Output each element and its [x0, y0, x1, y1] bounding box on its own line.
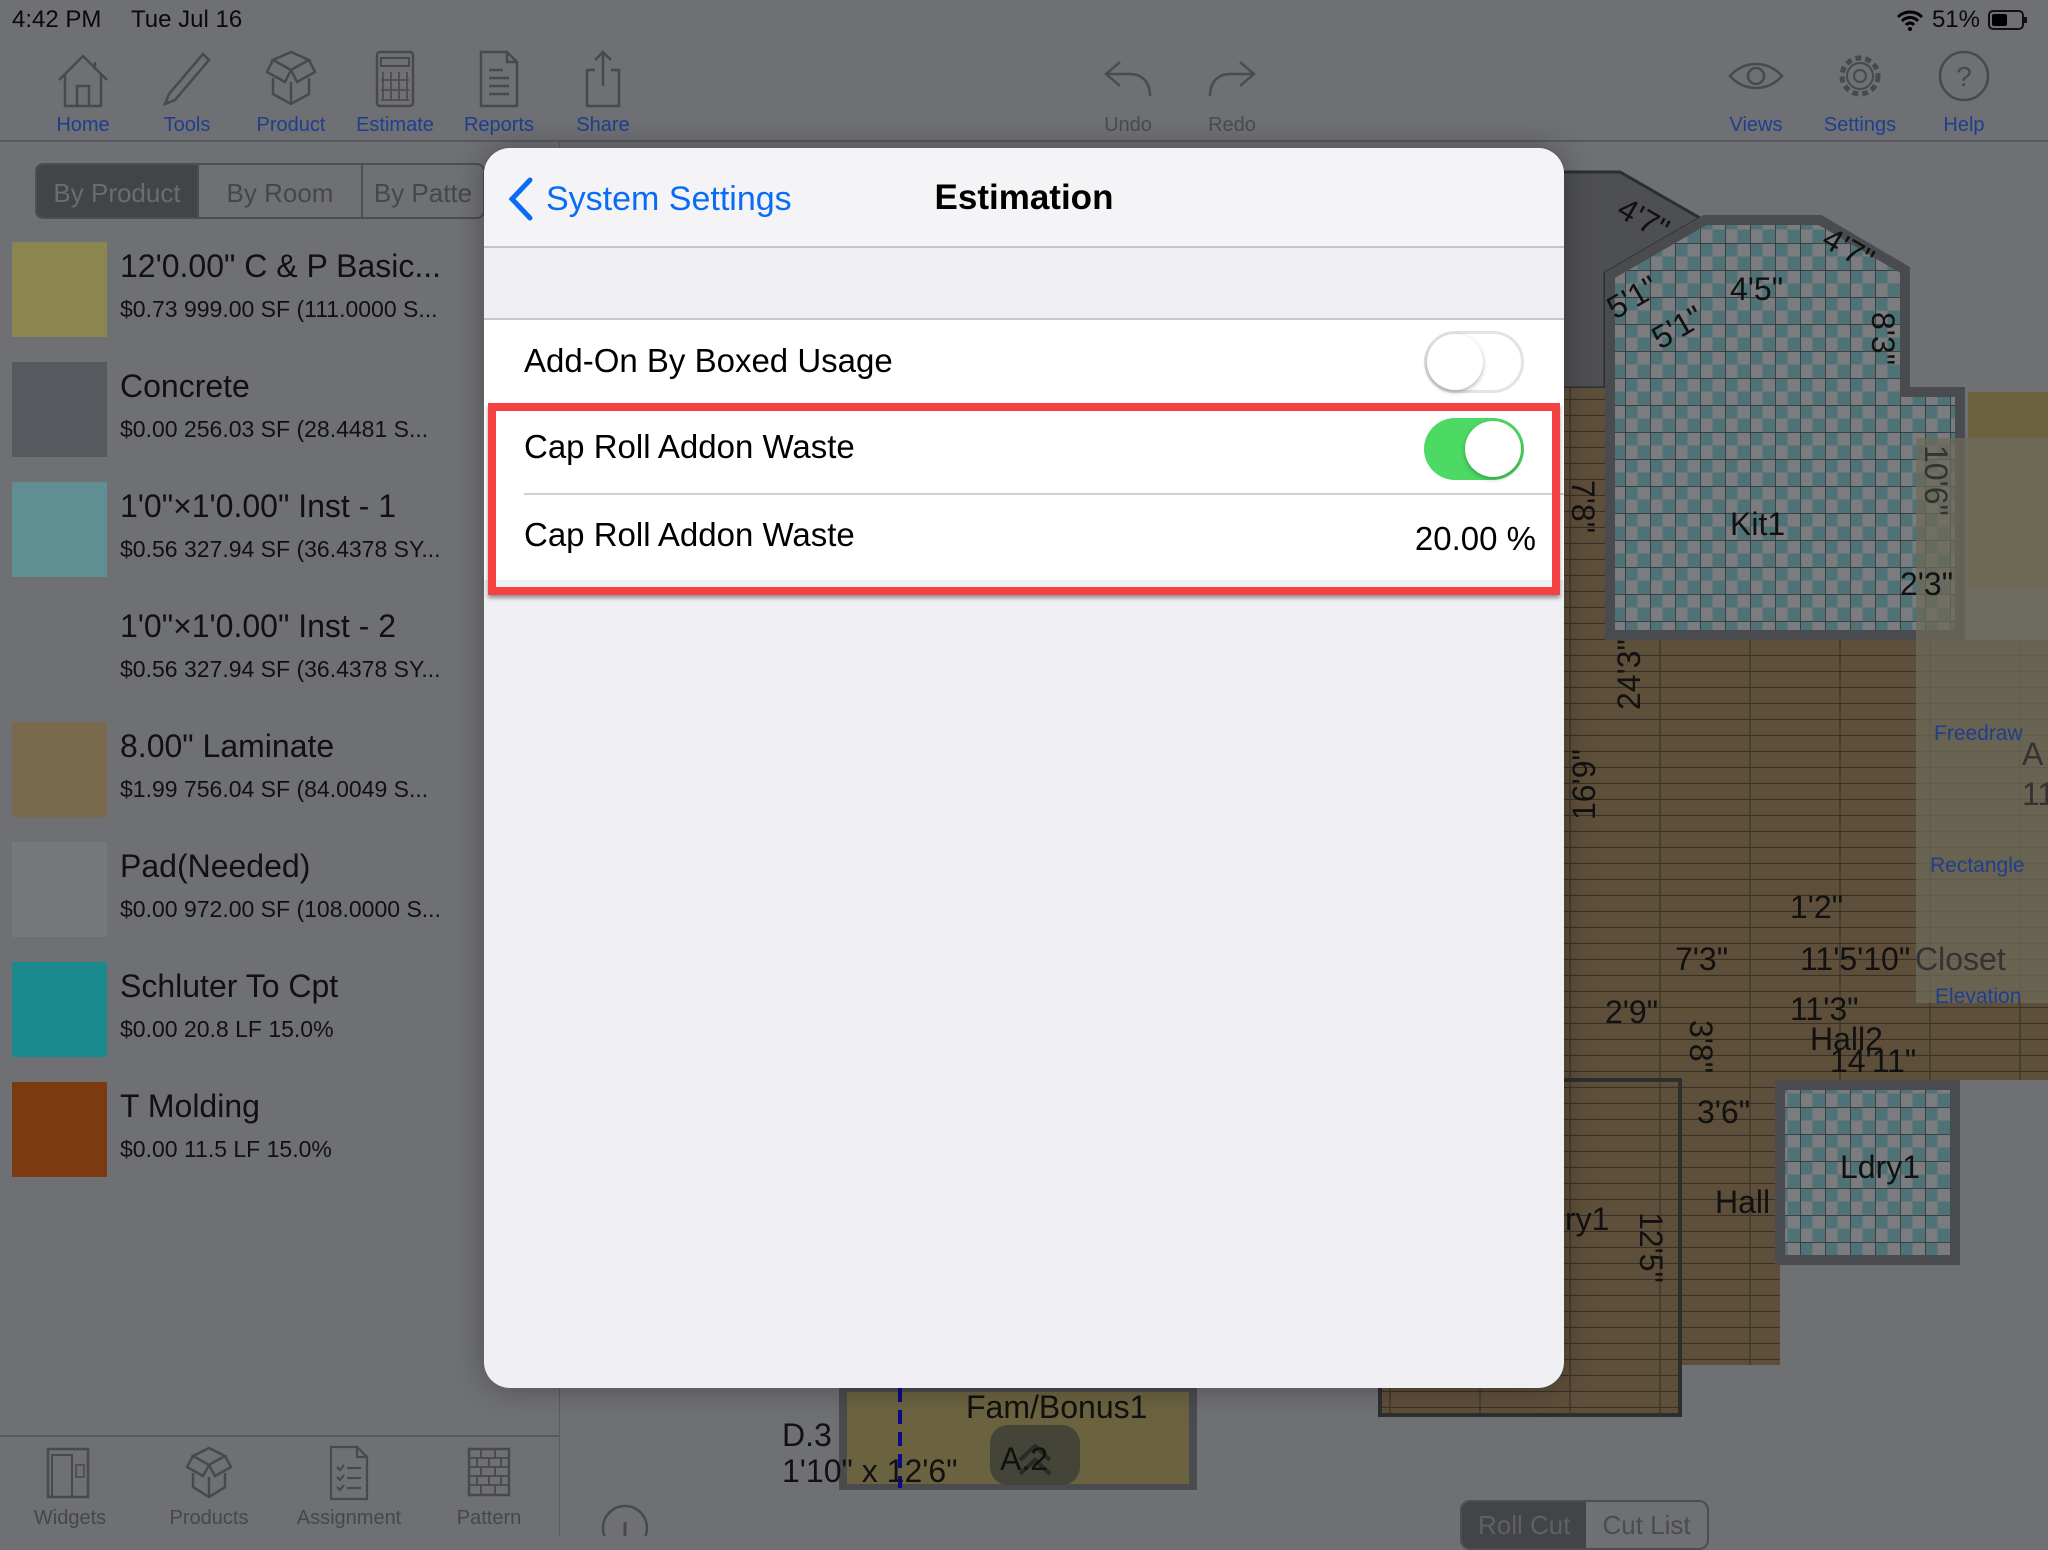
product-title: Pad(Needed)	[120, 848, 311, 884]
product-summary: $0.73 999.00 SF (111.0000 S...	[120, 296, 438, 322]
product-swatch	[12, 842, 107, 937]
roll-cut-segmented-control: Roll Cut Cut List	[1460, 1500, 1709, 1550]
product-list-item[interactable]: 1'0"×1'0.00" Inst - 1 $0.56 327.94 SF (36…	[0, 482, 560, 602]
estimation-settings-modal: System Settings Estimation Add-On By Box…	[484, 148, 1564, 1388]
product-title: Schluter To Cpt	[120, 968, 339, 1004]
dim-label: 12'5"	[1633, 1212, 1669, 1283]
products-label: Products	[169, 1507, 249, 1529]
product-list-item[interactable]: 12'0.00" C & P Basic... $0.73 999.00 SF (…	[0, 242, 560, 362]
product-summary: $0.00 20.8 LF 15.0%	[120, 1016, 334, 1042]
dim-label: 4'5"	[1730, 271, 1783, 307]
product-summary: $1.99 756.04 SF (84.0049 S...	[120, 776, 429, 802]
product-list-item[interactable]: Pad(Needed) $0.00 972.00 SF (108.0000 S..…	[0, 842, 560, 962]
bottom-tab-widgets[interactable]: Widgets	[0, 1445, 140, 1530]
bottom-tab-products[interactable]: Products	[139, 1445, 279, 1530]
product-list-item[interactable]: 8.00" Laminate $1.99 756.04 SF (84.0049 S…	[0, 722, 560, 842]
bottom-tab-pattern[interactable]: Pattern	[419, 1445, 559, 1530]
room-label: Fam/Bonus1	[966, 1389, 1147, 1425]
pattern-icon	[467, 1447, 511, 1497]
checklist-icon	[329, 1445, 369, 1501]
dim-label: 1'2"	[1790, 889, 1843, 925]
dim-label: 16'9"	[1566, 749, 1602, 820]
widgets-icon	[46, 1447, 90, 1499]
product-list-item[interactable]: Schluter To Cpt $0.00 20.8 LF 15.0%	[0, 962, 560, 1082]
product-summary: $0.56 327.94 SF (36.4378 SY...	[120, 536, 441, 562]
tab-cut-list[interactable]: Cut List	[1586, 1502, 1706, 1548]
product-summary: $0.00 256.03 SF (28.4481 S...	[120, 416, 429, 442]
room-label: Closet	[1915, 941, 2006, 977]
dim-label: 11'5'10"	[1800, 941, 1910, 977]
dim-label: 10'6"	[1918, 445, 1954, 516]
product-summary: $0.00 972.00 SF (108.0000 S...	[120, 896, 441, 922]
room-label: A.2	[1000, 1441, 1048, 1477]
product-title: 8.00" Laminate	[120, 728, 335, 764]
product-title: T Molding	[120, 1088, 260, 1124]
product-title: Concrete	[120, 368, 250, 404]
setting-row-boxed-usage: Add-On By Boxed Usage	[484, 318, 1564, 406]
tab-by-room[interactable]: By Room	[199, 165, 363, 217]
assignment-label: Assignment	[296, 1507, 402, 1529]
room-label: A	[2022, 736, 2044, 772]
tab-by-pattern[interactable]: By Patte	[363, 165, 483, 217]
room-label: Ldry1	[1840, 1149, 1920, 1185]
product-list-item[interactable]: Concrete $0.00 256.03 SF (28.4481 S...	[0, 362, 560, 482]
bottom-divider	[0, 1435, 560, 1437]
product-panel: By Product By Room By Patte 12'0.00" C &…	[0, 142, 560, 1536]
room-label: Kit1	[1730, 506, 1785, 542]
dim-label: 3'6"	[1697, 1094, 1750, 1130]
product-title: 1'0"×1'0.00" Inst - 1	[120, 488, 396, 524]
room-label: Hall	[1715, 1184, 1770, 1220]
dim-label: 2'9"	[1605, 994, 1658, 1030]
product-swatch	[12, 362, 107, 457]
room-label: ry1	[1565, 1201, 1609, 1237]
tab-roll-cut[interactable]: Roll Cut	[1462, 1502, 1587, 1548]
modal-title: Estimation	[934, 178, 1114, 217]
product-title: 12'0.00" C & P Basic...	[120, 248, 442, 284]
dim-label: 8'3"	[1865, 312, 1901, 365]
dim-label: 24'3"	[1611, 639, 1647, 710]
tool-elevation[interactable]: Elevation	[1935, 985, 2021, 1008]
product-swatch	[12, 962, 107, 1057]
product-swatch	[12, 1082, 107, 1177]
product-title: 1'0"×1'0.00" Inst - 2	[120, 608, 396, 644]
boxed-usage-toggle[interactable]	[1424, 331, 1524, 393]
product-swatch	[12, 602, 107, 697]
dim-label: 3'8"	[1683, 1020, 1719, 1073]
setting-label: Add-On By Boxed Usage	[524, 342, 893, 379]
dim-label: 11	[2022, 776, 2048, 812]
tool-freedraw[interactable]: Freedraw	[1934, 722, 2024, 745]
tab-by-product[interactable]: By Product	[37, 165, 199, 217]
product-swatch	[12, 722, 107, 817]
product-list-item[interactable]: 1'0"×1'0.00" Inst - 2 $0.56 327.94 SF (36…	[0, 602, 560, 722]
product-swatch	[12, 242, 107, 337]
room-label: D.3	[782, 1417, 832, 1453]
dim-label: 7'8"	[1565, 480, 1601, 533]
widgets-label: Widgets	[33, 1507, 107, 1529]
product-swatch	[12, 482, 107, 577]
box-icon	[185, 1446, 233, 1499]
highlight-box	[488, 403, 1560, 595]
bottom-tab-assignment[interactable]: Assignment	[279, 1445, 419, 1530]
tool-rectangle[interactable]: Rectangle	[1930, 854, 2025, 877]
dim-label: 14'11"	[1830, 1043, 1916, 1079]
product-list-item[interactable]: T Molding $0.00 11.5 LF 15.0%	[0, 1082, 560, 1202]
product-summary: $0.56 327.94 SF (36.4378 SY...	[120, 656, 441, 682]
modal-header: System Settings Estimation	[484, 148, 1564, 248]
dim-label: 2'3"	[1900, 566, 1953, 602]
product-summary: $0.00 11.5 LF 15.0%	[120, 1136, 332, 1162]
dim-label: 1'10" x 12'6"	[782, 1453, 958, 1489]
dim-label: 7'3"	[1675, 941, 1728, 977]
pattern-label: Pattern	[456, 1507, 522, 1529]
tool-palette	[1916, 438, 2048, 1003]
view-segmented-control: By Product By Room By Patte	[35, 163, 485, 219]
